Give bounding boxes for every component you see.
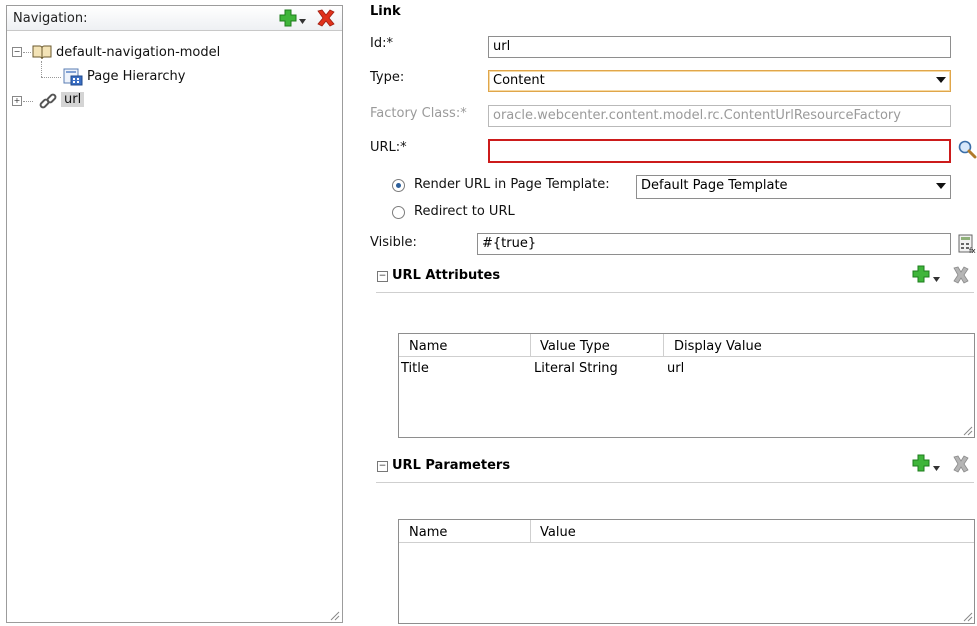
render-url-label: Render URL in Page Template: [414,177,610,192]
tree-item-page-hierarchy[interactable]: Page Hierarchy [87,69,185,84]
expand-icon[interactable]: + [12,96,22,106]
page-template-value: Default Page Template [641,178,788,193]
cell-display-value: url [667,361,685,376]
tree-connector [41,77,61,78]
cell-value-type: Literal String [534,361,618,376]
factory-class-field: oracle.webcenter.content.model.rc.Conten… [488,105,951,127]
column-separator [530,520,531,542]
chevron-down-icon [936,77,946,83]
column-header-name[interactable]: Name [409,339,447,354]
navigation-title: Navigation: [13,11,88,26]
svg-text:fx: fx [969,247,976,254]
type-label: Type: [370,70,405,85]
table-header: Name Value Type Display Value [399,334,974,357]
add-icon[interactable] [911,264,931,288]
type-select[interactable]: Content [488,70,951,92]
collapse-icon[interactable]: − [377,461,388,472]
visible-label: Visible: [370,235,417,250]
search-icon[interactable] [958,140,977,163]
add-dropdown-icon[interactable] [299,14,306,29]
column-header-value-type[interactable]: Value Type [540,339,610,354]
link-section-title: Link [370,4,401,19]
table-row[interactable]: Title Literal String url [399,357,974,379]
column-header-display-value[interactable]: Display Value [674,339,762,354]
divider [376,482,974,483]
page-hierarchy-icon [63,68,83,90]
url-attributes-table: Name Value Type Display Value Title Lite… [398,333,975,438]
collapse-icon[interactable]: − [377,271,388,282]
visible-field[interactable]: #{true} [477,233,951,255]
url-parameters-table: Name Value [398,519,975,624]
add-icon[interactable] [278,8,298,32]
delete-icon[interactable] [315,8,336,32]
url-label: URL:* [370,140,407,155]
tree-item-root[interactable]: default-navigation-model [56,45,220,60]
collapse-icon[interactable]: − [12,47,22,57]
resize-grip-icon[interactable] [961,424,973,436]
navigation-panel: Navigation: − default-navigation-model P… [6,5,343,623]
column-separator [663,334,664,356]
page-template-select[interactable]: Default Page Template [636,175,951,199]
delete-icon[interactable] [951,454,971,478]
table-header: Name Value [399,520,974,543]
expression-builder-icon[interactable]: fx [958,234,976,258]
resize-grip-icon[interactable] [328,609,340,621]
link-icon [38,91,58,115]
id-label: Id:* [370,36,393,51]
factory-class-label: Factory Class:* [370,106,467,121]
chevron-down-icon [936,183,946,189]
column-header-value[interactable]: Value [540,525,576,540]
add-dropdown-icon[interactable] [933,272,940,287]
url-attributes-title: URL Attributes [392,268,501,283]
url-parameters-title: URL Parameters [392,458,511,473]
tree-connector [41,61,42,77]
redirect-url-radio[interactable] [392,206,405,219]
divider [376,292,974,293]
render-url-radio[interactable] [392,179,405,192]
resize-grip-icon[interactable] [961,610,973,622]
url-field[interactable] [488,139,951,163]
add-dropdown-icon[interactable] [933,461,940,476]
navigation-tree: − default-navigation-model Page Hierarch… [7,31,342,623]
cell-name: Title [401,361,429,376]
column-header-name[interactable]: Name [409,525,447,540]
redirect-url-label: Redirect to URL [414,204,515,219]
column-separator [530,334,531,356]
add-icon[interactable] [911,453,931,477]
book-icon [32,43,52,65]
id-field[interactable]: url [488,36,951,58]
navigation-header: Navigation: [7,6,342,31]
tree-connector [23,52,31,53]
tree-item-url[interactable]: url [61,92,85,107]
type-select-value: Content [493,73,545,88]
tree-connector [23,101,33,102]
delete-icon[interactable] [951,265,971,289]
